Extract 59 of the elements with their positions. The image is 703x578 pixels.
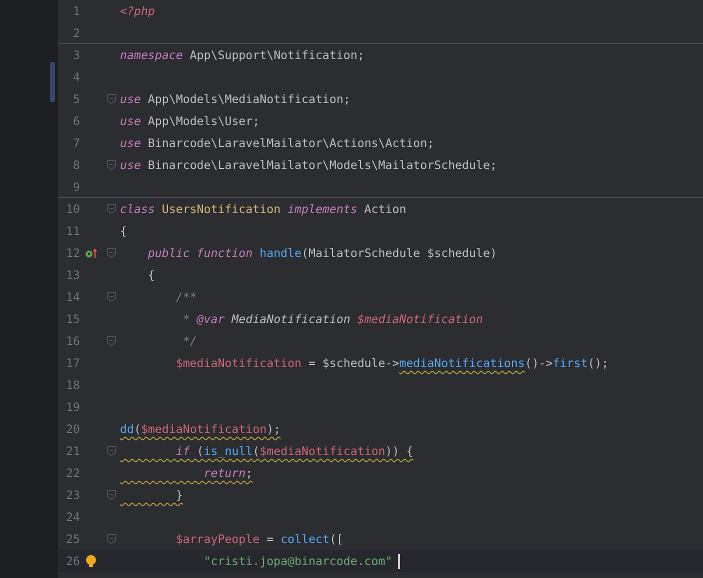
line-number: 7	[72, 136, 80, 150]
line-number: 10	[65, 202, 80, 216]
line-number: 12	[65, 246, 80, 260]
code-line: {	[120, 224, 127, 238]
text-caret	[398, 554, 400, 568]
change-marker	[50, 62, 55, 102]
line-number: 24	[65, 510, 80, 524]
line-number: 20	[65, 422, 80, 436]
code-line: "cristi.jopa@binarcode.com"	[202, 554, 392, 568]
line-number: 16	[65, 334, 80, 348]
line-number: 25	[65, 532, 80, 546]
code-line: use Binarcode\LaravelMailator\Actions\Action;	[120, 136, 434, 150]
code-line: use App\Models\User;	[120, 114, 260, 128]
code-line: if (is_null($mediaNotification)) {	[174, 444, 414, 458]
fold-icon[interactable]	[106, 204, 116, 214]
code-line: /**	[174, 290, 197, 304]
line-number: 11	[65, 224, 80, 238]
code-line: <?php	[120, 4, 155, 18]
fold-icon[interactable]	[106, 292, 116, 302]
code-line: namespace App\Support\Notification;	[120, 48, 364, 62]
line-number: 14	[65, 290, 80, 304]
line-number: 1	[72, 4, 80, 18]
line-number: 8	[72, 158, 80, 172]
line-number: 3	[72, 48, 80, 62]
code-line: $mediaNotification = $schedule->mediaNotifications()->first();	[174, 356, 609, 370]
fold-icon[interactable]	[106, 94, 116, 104]
fold-icon[interactable]	[106, 446, 116, 456]
line-number: 13	[65, 268, 80, 282]
code-line: }	[174, 488, 183, 502]
line-number: 23	[65, 488, 80, 502]
code-line: dd($mediaNotification);	[120, 422, 281, 436]
line-number: 22	[65, 466, 80, 480]
code-line: $arrayPeople = collect([	[174, 532, 344, 546]
line-number: 18	[65, 378, 80, 392]
fold-icon[interactable]	[106, 336, 116, 346]
line-number: 6	[72, 114, 80, 128]
line-number: 5	[72, 92, 80, 106]
fold-icon[interactable]	[106, 248, 116, 258]
line-number: 19	[65, 400, 80, 414]
code-line: use App\Models\MediaNotification;	[120, 92, 350, 106]
code-line: public function handle(MailatorSchedule $schedule)	[146, 246, 497, 260]
line-number: 17	[65, 356, 80, 370]
fold-icon[interactable]	[106, 534, 116, 544]
line-number: 4	[72, 70, 80, 84]
line-number: 2	[72, 26, 80, 40]
fold-icon[interactable]	[106, 490, 116, 500]
line-number: 21	[65, 444, 80, 458]
line-number: 26	[65, 554, 80, 568]
line-number: 9	[72, 180, 80, 194]
code-line: {	[146, 268, 155, 282]
code-line: use Binarcode\LaravelMailator\Models\MailatorSchedule;	[120, 158, 497, 172]
lightbulb-icon[interactable]	[85, 555, 97, 567]
code-line: */	[182, 334, 197, 348]
implements-method-icon[interactable]	[85, 248, 97, 258]
code-line: return;	[202, 466, 253, 480]
code-line: * @var MediaNotification $mediaNotification	[182, 312, 483, 326]
line-number: 15	[65, 312, 80, 326]
fold-icon[interactable]	[106, 160, 116, 170]
code-line: class UsersNotification implements Action	[120, 202, 406, 216]
